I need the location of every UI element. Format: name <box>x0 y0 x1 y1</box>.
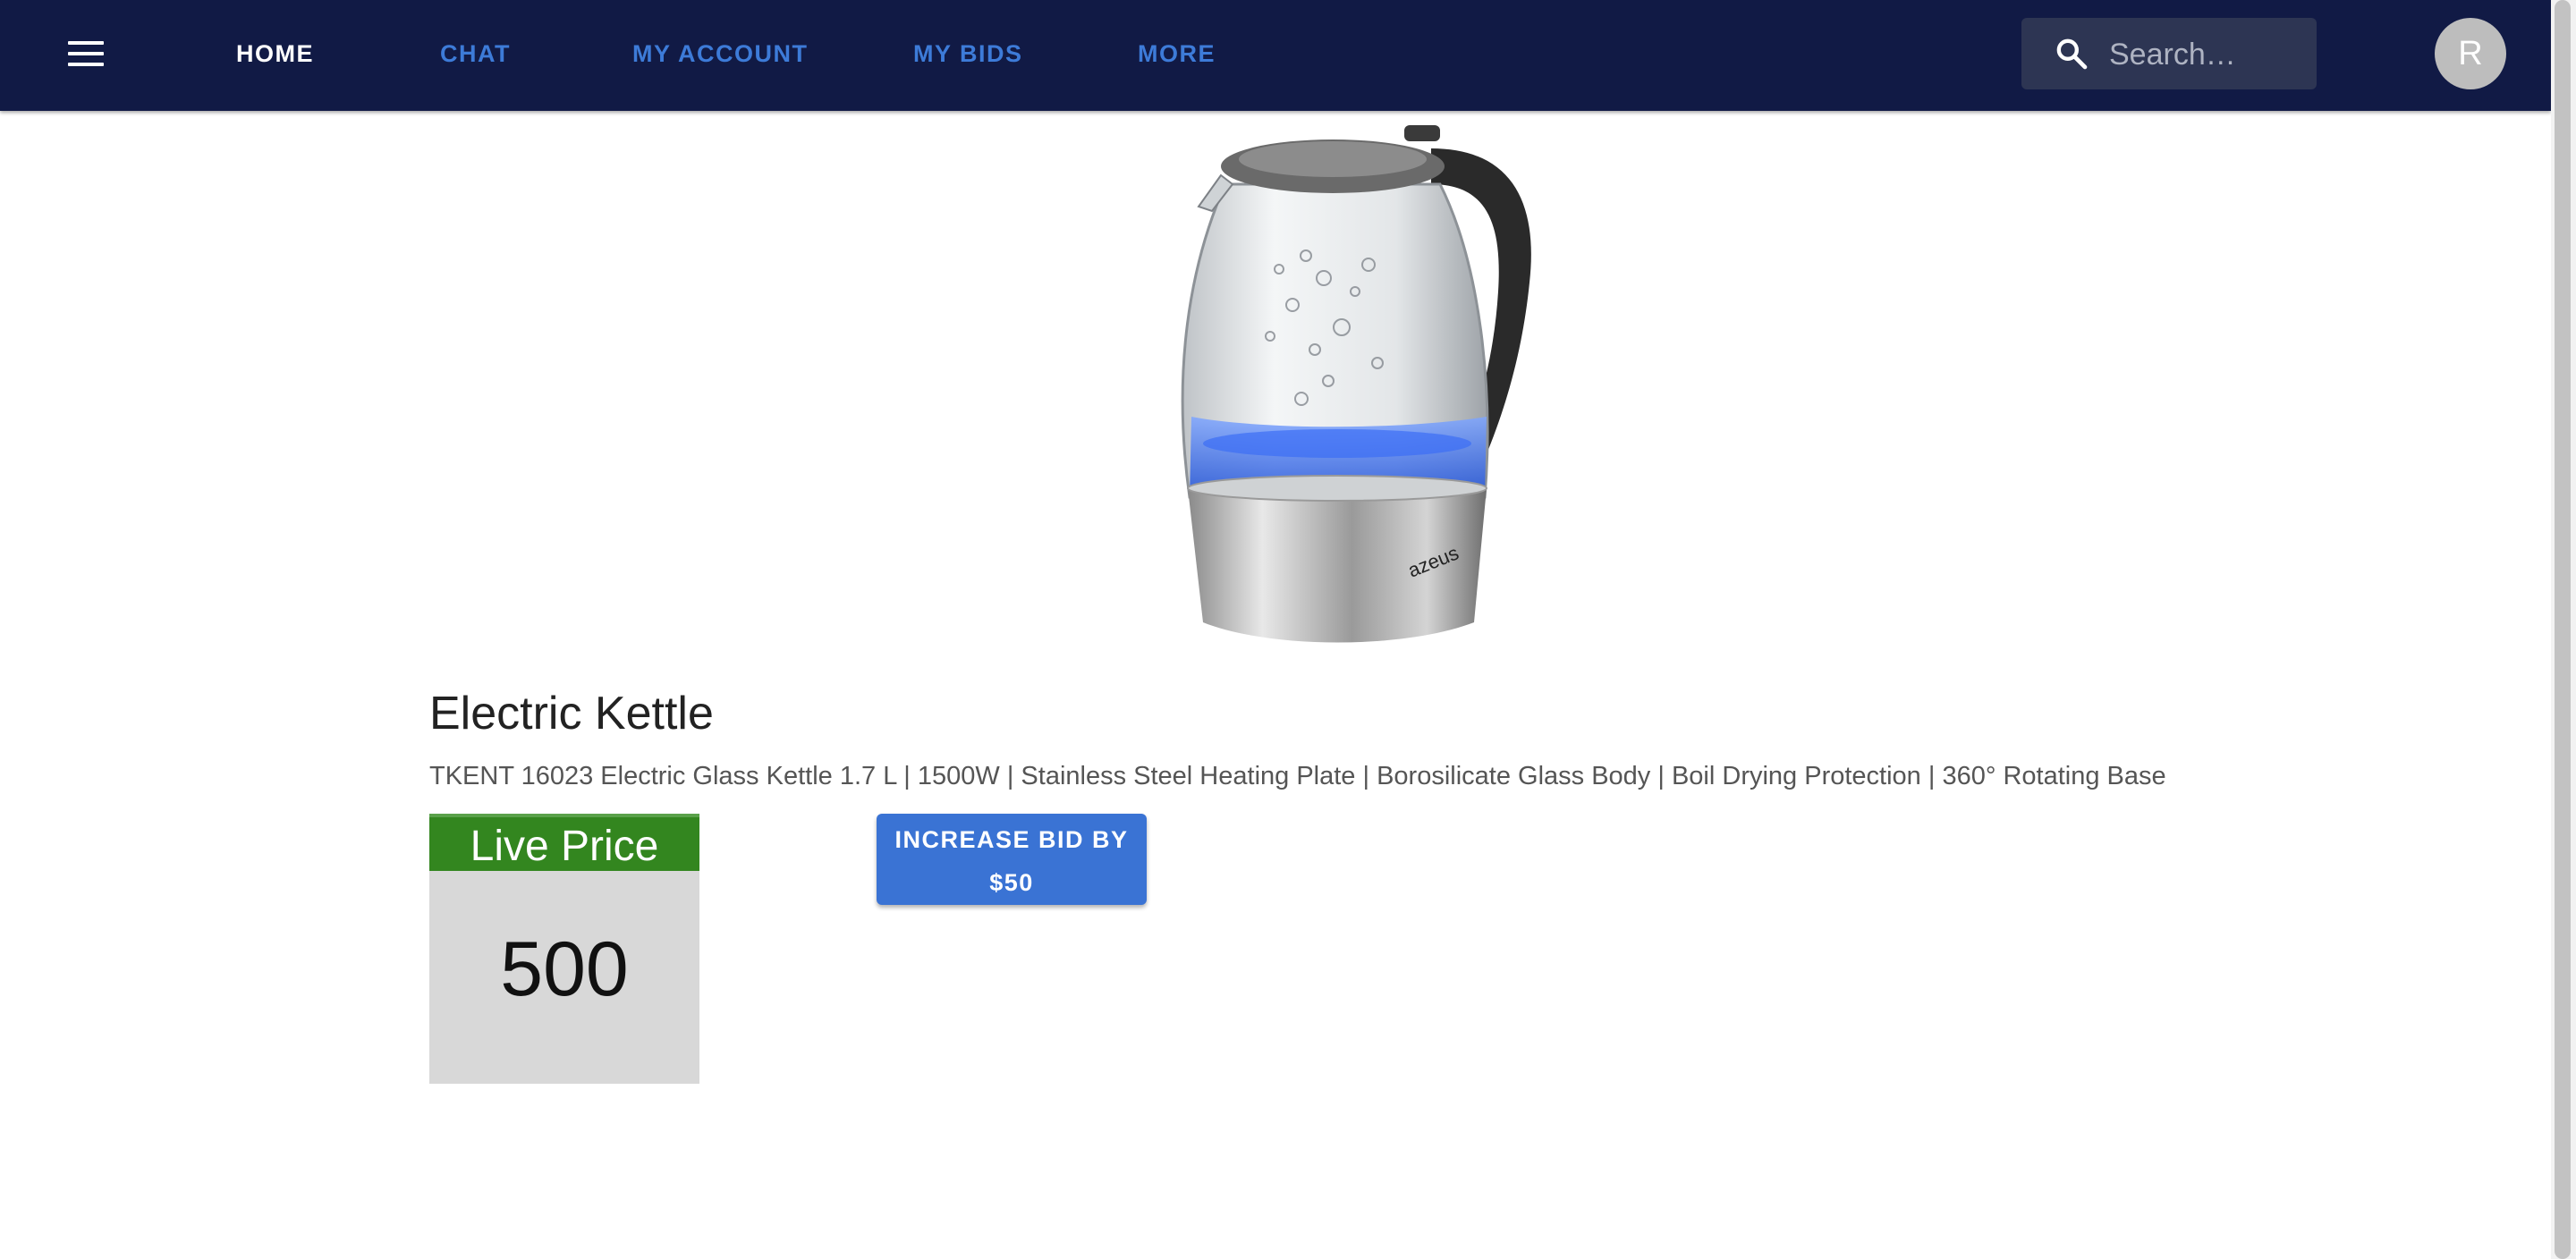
avatar[interactable]: R <box>2435 18 2506 89</box>
menu-icon[interactable] <box>57 32 114 79</box>
live-price-value: 500 <box>500 926 629 1012</box>
nav-home[interactable]: HOME <box>236 0 314 111</box>
search-icon <box>2056 38 2088 70</box>
nav-chat[interactable]: CHAT <box>440 0 511 111</box>
scrollbar-thumb[interactable] <box>2555 0 2571 1259</box>
search-input[interactable] <box>2107 18 2308 91</box>
nav-my-account[interactable]: MY ACCOUNT <box>632 0 809 111</box>
nav-more[interactable]: MORE <box>1138 0 1216 111</box>
product-title: Electric Kettle <box>429 688 714 739</box>
product-description: TKENT 16023 Electric Glass Kettle 1.7 L … <box>429 762 2166 790</box>
live-price-label: Live Price <box>429 814 699 871</box>
live-price-card: Live Price 500 <box>429 814 699 1084</box>
increase-bid-button[interactable]: INCREASE BID BY $50 <box>877 814 1147 905</box>
search-box[interactable] <box>2021 18 2317 91</box>
app-bar: HOME CHAT MY ACCOUNT MY BIDS MORE R <box>0 0 2551 111</box>
product-image: azeus <box>1181 125 1531 643</box>
nav-my-bids[interactable]: MY BIDS <box>913 0 1023 111</box>
increase-bid-label: INCREASE BID BY <box>894 826 1129 853</box>
increase-bid-amount: $50 <box>989 869 1034 896</box>
